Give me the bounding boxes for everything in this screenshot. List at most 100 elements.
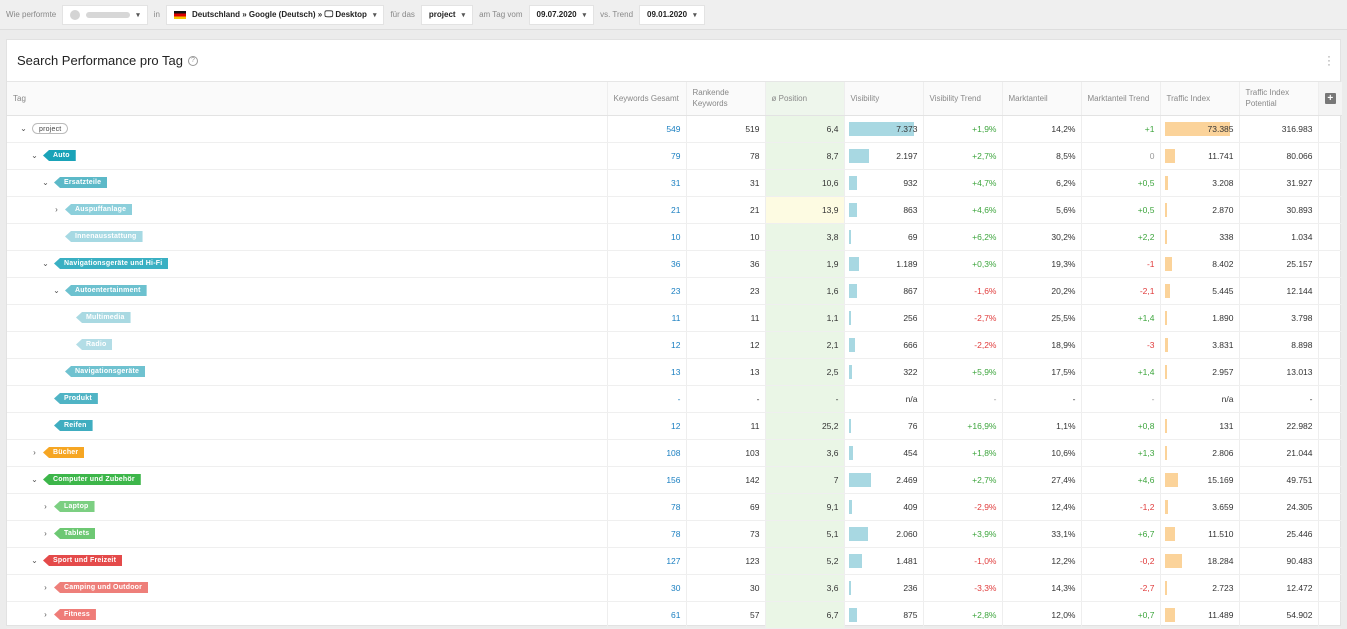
keywords-gesamt-cell[interactable]: 30 [607,574,687,602]
keywords-gesamt-cell[interactable]: 156 [607,466,687,494]
keywords-gesamt-cell[interactable]: 21 [607,196,687,224]
tag-label[interactable]: Produkt [54,393,98,404]
table-row[interactable]: › Fitness 61 57 6,7 875 +2,8% 12,0% +0,7 11.489 54… [7,601,1342,629]
tag-label[interactable]: Computer und Zubehör [43,474,141,485]
table-row[interactable]: Multimedia 11 11 1,1 256 -2,7% 25,5% +1,4 1.890 3… [7,304,1342,332]
table-row[interactable]: ⌄ Computer und Zubehör 156 142 7 2.469 +2,7% 27… [7,466,1342,494]
table-row[interactable]: ⌄ Autoentertainment 23 23 1,6 867 -1,6% 20,2% -2… [7,277,1342,305]
tag-label[interactable]: Navigationsgeräte [65,366,146,377]
add-column-button[interactable]: + [1318,82,1342,116]
keywords-gesamt-cell[interactable]: 79 [607,142,687,170]
table-row[interactable]: ⌄ project 549 519 6,4 7.373 +1,9% 14,2% +1 73.385… [7,115,1342,143]
chevron-right-icon[interactable]: › [52,205,61,214]
table-row[interactable]: ⌄ Sport und Freizeit 127 123 5,2 1.481 -1,0% 12… [7,547,1342,575]
keywords-gesamt-cell[interactable]: 549 [607,115,687,143]
domain-dropdown[interactable]: ▾ [62,4,148,25]
chevron-right-icon[interactable]: › [41,610,50,619]
tag-label[interactable]: Tablets [54,528,96,539]
chevron-down-icon[interactable]: ⌄ [19,124,28,133]
chevron-right-icon[interactable]: › [30,448,39,457]
col-header-marktanteil-trend[interactable]: Marktanteil Trend [1081,82,1161,116]
table-row[interactable]: Produkt - - - n/a - - - n/a - [7,385,1342,413]
table-row[interactable]: › Auspuffanlage 21 21 13,9 863 +4,6% 5,6% +0,5 2.… [7,196,1342,224]
col-header-visibility[interactable]: Visibility [844,82,924,116]
position-cell: 3,6 [765,439,845,467]
visibility-bar [848,553,863,568]
col-header-rankende-keywords[interactable]: Rankende Keywords [686,82,766,116]
table-row[interactable]: Reifen 12 11 25,2 76 +16,9% 1,1% +0,8 131 22.982 [7,412,1342,440]
table-row[interactable]: Innenausstattung 10 10 3,8 69 +6,2% 30,2% +2,2 3… [7,223,1342,251]
tag-label[interactable]: Sport und Freizeit [43,555,123,566]
col-header-traffic-index-potential[interactable]: Traffic Index Potential [1239,82,1319,116]
col-header-visibility-trend[interactable]: Visibility Trend [923,82,1003,116]
keywords-gesamt-cell[interactable]: 127 [607,547,687,575]
keywords-gesamt-cell[interactable]: 13 [607,358,687,386]
keywords-gesamt-cell[interactable]: 23 [607,277,687,305]
keywords-gesamt-cell[interactable]: 108 [607,439,687,467]
table-row[interactable]: › Bücher 108 103 3,6 454 +1,8% 10,6% +1,3 2.806 21… [7,439,1342,467]
keywords-gesamt-cell[interactable]: 36 [607,250,687,278]
tag-label[interactable]: Fitness [54,609,96,620]
visibility-bar [848,148,869,163]
tag-label[interactable]: Multimedia [76,312,131,323]
table-row[interactable]: ⌄ Ersatzteile 31 31 10,6 932 +4,7% 6,2% +0,5 3.20… [7,169,1342,197]
table-row[interactable]: ⌄ Navigationsgeräte und Hi-Fi 36 36 1,9 1.189… [7,250,1342,278]
project-dropdown[interactable]: project ▾ [420,4,474,25]
col-header-marktanteil[interactable]: Marktanteil [1002,82,1082,116]
tag-label[interactable]: Reifen [54,420,93,431]
location-dropdown[interactable]: Deutschland » Google (Deutsch) » 🖵 Deskt… [165,4,385,25]
col-header-tag[interactable]: Tag [7,82,608,116]
tag-label[interactable]: Laptop [54,501,95,512]
chevron-down-icon[interactable]: ⌄ [41,178,50,187]
col-header-traffic-index[interactable]: Traffic Index [1160,82,1240,116]
marktanteil-trend-cell: -0,2 [1081,547,1161,575]
trend-date-dropdown[interactable]: 09.01.2020 ▾ [639,4,705,25]
visibility-bar [848,472,872,487]
trend-date-value: 09.01.2020 [647,10,688,19]
date-dropdown[interactable]: 09.07.2020 ▾ [528,4,595,25]
chevron-right-icon[interactable]: › [41,529,50,538]
keywords-gesamt-cell[interactable]: 12 [607,331,687,359]
chevron-down-icon[interactable]: ⌄ [30,556,39,565]
chevron-right-icon[interactable]: › [41,502,50,511]
help-icon[interactable]: ? [187,55,198,66]
table-row[interactable]: › Laptop 78 69 9,1 409 -2,9% 12,4% -1,2 3.659 24.3… [7,493,1342,521]
marktanteil-cell: 10,6% [1002,439,1082,467]
tag-label[interactable]: Navigationsgeräte und Hi-Fi [54,258,169,269]
table-row[interactable]: ⌄ Auto 79 78 8,7 2.197 +2,7% 8,5% 0 11.741 80.066 [7,142,1342,170]
chevron-down-icon[interactable]: ⌄ [30,151,39,160]
traffic-index-cell: 3.831 [1160,331,1240,359]
tag-label[interactable]: project [32,123,69,134]
table-row[interactable]: › Tablets 78 73 5,1 2.060 +3,9% 33,1% +6,7 11.510… [7,520,1342,548]
chevron-down-icon[interactable]: ⌄ [30,475,39,484]
tag-label[interactable]: Bücher [43,447,85,458]
visibility-bar [848,229,851,244]
tag-label[interactable]: Radio [76,339,113,350]
keywords-gesamt-cell[interactable]: 31 [607,169,687,197]
table-row[interactable]: Radio 12 12 2,1 666 -2,2% 18,9% -3 3.831 8.898 [7,331,1342,359]
kebab-menu-icon[interactable]: · · · [1327,50,1331,70]
col-header-keywords-gesamt[interactable]: Keywords Gesamt [607,82,687,116]
table-row[interactable]: Navigationsgeräte 13 13 2,5 322 +5,9% 17,5% +1,… [7,358,1342,386]
col-header-position[interactable]: ø Position [765,82,845,116]
tag-label[interactable]: Innenausstattung [65,231,143,242]
keywords-gesamt-cell[interactable]: 78 [607,493,687,521]
visibility-trend-cell: -1,0% [923,547,1003,575]
tag-label[interactable]: Auspuffanlage [65,204,133,215]
tag-label[interactable]: Auto [43,150,76,161]
traffic-bar [1164,526,1176,541]
chevron-right-icon[interactable]: › [41,583,50,592]
chevron-down-icon[interactable]: ⌄ [41,259,50,268]
table-row[interactable]: › Camping und Outdoor 30 30 3,6 236 -3,3% 14,3%… [7,574,1342,602]
keywords-gesamt-cell[interactable]: 78 [607,520,687,548]
tag-label[interactable]: Ersatzteile [54,177,108,188]
tag-label[interactable]: Autoentertainment [65,285,147,296]
position-cell: 7 [765,466,845,494]
keywords-gesamt-cell[interactable]: 11 [607,304,687,332]
tag-label[interactable]: Camping und Outdoor [54,582,149,593]
chevron-down-icon[interactable]: ⌄ [52,286,61,295]
keywords-gesamt-cell[interactable]: 12 [607,412,687,440]
keywords-gesamt-cell[interactable]: 10 [607,223,687,251]
keywords-gesamt-cell[interactable]: - [607,385,687,413]
keywords-gesamt-cell[interactable]: 61 [607,601,687,629]
